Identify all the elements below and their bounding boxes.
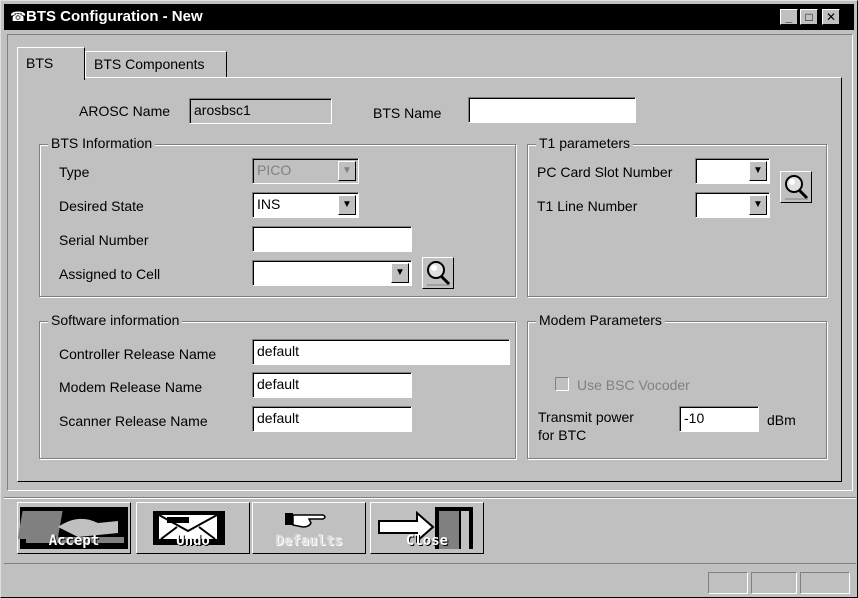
bts-information-title: BTS Information (48, 135, 156, 151)
magnifier-icon (427, 261, 451, 286)
t1-parameters-title: T1 parameters (536, 135, 634, 151)
toolbar-separator (4, 497, 856, 499)
t1-search-button[interactable] (780, 171, 812, 203)
use-bsc-vocoder-checkbox[interactable] (555, 377, 569, 391)
assigned-cell-label: Assigned to Cell (59, 266, 161, 282)
t1-line-number-select[interactable]: ▼ (695, 192, 770, 218)
use-bsc-vocoder-label: Use BSC Vocoder (577, 377, 690, 393)
tab-bts[interactable]: BTS (17, 47, 85, 80)
tab-bts-components-label: BTS Components (94, 56, 205, 72)
status-message-area (8, 572, 705, 594)
type-label: Type (59, 164, 90, 180)
type-value: PICO (257, 162, 292, 178)
defaults-button[interactable]: Defaults (252, 502, 366, 554)
controller-release-value: default (257, 343, 300, 359)
status-bar (4, 563, 856, 595)
title-bar[interactable]: ☎ BTS Configuration - New _ □ ✕ (4, 4, 854, 30)
chevron-down-icon[interactable]: ▼ (391, 263, 409, 283)
transmit-power-label-line1: Transmit power (538, 409, 634, 425)
close-button[interactable]: Close (370, 502, 484, 554)
tab-bts-components[interactable]: BTS Components (85, 51, 227, 77)
t1-line-number-label: T1 Line Number (537, 198, 638, 214)
desired-state-value: INS (257, 196, 281, 212)
controller-release-label: Controller Release Name (59, 346, 217, 362)
modem-release-input[interactable]: default (252, 372, 412, 398)
serial-number-label: Serial Number (59, 232, 149, 248)
defaults-label: Defaults (275, 533, 343, 549)
chevron-down-icon[interactable]: ▼ (749, 161, 767, 181)
window-title: BTS Configuration - New (26, 8, 203, 25)
bts-name-label: BTS Name (373, 105, 442, 121)
desired-state-label: Desired State (59, 198, 144, 214)
controller-release-input[interactable]: default (252, 339, 510, 365)
close-window-button[interactable]: ✕ (822, 9, 840, 25)
magnifier-icon (785, 175, 809, 200)
desired-state-select[interactable]: INS ▼ (252, 192, 359, 218)
bts-name-input[interactable] (468, 97, 636, 123)
undo-button[interactable]: Undo (136, 502, 250, 554)
maximize-button[interactable]: □ (800, 9, 818, 25)
scanner-release-input[interactable]: default (252, 406, 412, 432)
modem-parameters-title: Modem Parameters (536, 312, 665, 328)
accept-button[interactable]: Accept (17, 502, 131, 554)
bts-configuration-window: ☎ BTS Configuration - New _ □ ✕ BTS BTS … (0, 0, 858, 598)
chevron-down-icon[interactable]: ▼ (338, 195, 356, 215)
status-cell-1 (708, 572, 748, 594)
pc-card-slot-select[interactable]: ▼ (695, 158, 770, 184)
software-information-title: Software information (48, 312, 183, 328)
pc-card-slot-label: PC Card Slot Number (537, 164, 673, 180)
minimize-button[interactable]: _ (780, 9, 798, 25)
assigned-cell-search-button[interactable] (422, 257, 454, 289)
chevron-down-icon[interactable]: ▼ (749, 195, 767, 215)
transmit-power-label-line2: for BTC (538, 427, 587, 443)
scanner-release-label: Scanner Release Name (59, 413, 208, 429)
transmit-power-value: -10 (684, 410, 705, 426)
phone-icon: ☎ (10, 9, 27, 24)
scanner-release-value: default (257, 410, 300, 426)
transmit-power-input[interactable]: -10 (679, 406, 759, 432)
accept-label: Accept (48, 533, 100, 549)
modem-release-label: Modem Release Name (59, 379, 203, 395)
type-select: PICO ▼ (252, 158, 359, 184)
status-cell-2 (751, 572, 797, 594)
tab-bts-label: BTS (26, 55, 54, 71)
status-cell-3 (800, 572, 850, 594)
serial-number-input[interactable] (252, 226, 412, 252)
undo-label: Undo (176, 533, 210, 549)
arosc-name-field: arosbsc1 (189, 98, 332, 124)
arosc-name-value: arosbsc1 (194, 102, 251, 118)
transmit-power-unit: dBm (767, 412, 796, 428)
assigned-cell-select[interactable]: ▼ (252, 260, 412, 286)
chevron-down-icon: ▼ (338, 161, 356, 181)
arosc-name-label: AROSC Name (79, 103, 171, 119)
modem-release-value: default (257, 376, 300, 392)
close-label: Close (405, 533, 449, 549)
